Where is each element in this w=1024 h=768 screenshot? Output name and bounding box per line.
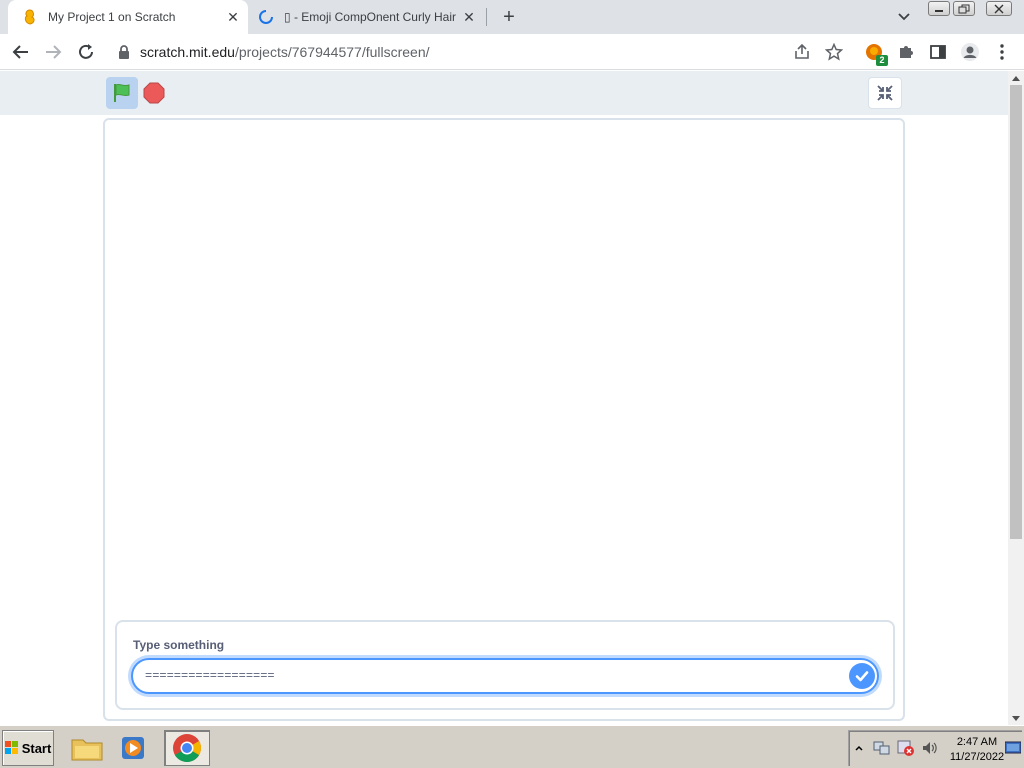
security-alert-icon[interactable] [897,740,915,761]
ask-prompt-box: Type something [115,620,895,710]
scroll-thumb[interactable] [1010,85,1022,539]
tab-title: My Project 1 on Scratch [48,10,176,24]
tab-separator [486,8,487,26]
green-flag-icon[interactable] [106,77,138,109]
clock-time: 2:47 AM [956,736,998,748]
tab-search-chevron-icon[interactable] [894,8,914,26]
browser-toolbar: scratch.mit.edu/projects/767944577/fulls… [0,34,1024,70]
extension-badge: 2 [876,55,888,66]
forward-arrow-icon[interactable] [41,40,65,64]
minimize-button[interactable] [928,1,950,16]
tab-close-icon[interactable]: ✕ [224,8,242,26]
url-path: /projects/767944577/fullscreen/ [234,44,430,60]
reload-icon[interactable] [74,40,98,64]
stage[interactable]: Type something [103,118,905,721]
lock-icon[interactable] [118,45,130,59]
ask-prompt-label: Type something [133,638,225,652]
scratch-favicon-icon [22,9,38,25]
chrome-taskbar-icon[interactable] [164,730,210,766]
tab-my-project[interactable]: My Project 1 on Scratch ✕ [8,0,248,34]
bookmark-star-icon[interactable] [822,40,846,64]
loading-spinner-icon [258,9,274,25]
extensions-puzzle-icon[interactable] [894,40,918,64]
close-window-button[interactable] [986,1,1012,16]
clock-date: 11/27/2022 [949,751,1005,763]
media-player-taskbar-icon[interactable] [110,730,156,766]
back-arrow-icon[interactable] [9,40,33,64]
player-controls-bar [0,71,1008,115]
tray-expand-chevron-icon[interactable] [855,741,863,759]
clock[interactable]: 2:47 AM 11/27/2022 [945,735,1009,765]
volume-icon[interactable] [921,740,939,761]
checkmark-icon [855,671,869,682]
chrome-menu-icon[interactable] [990,40,1014,64]
windows-taskbar: Start 2:47 AM 11/27/2022 [0,725,1024,768]
start-label: Start [21,740,52,756]
stop-sign-icon[interactable] [142,81,166,105]
ask-answer-input[interactable] [145,666,835,686]
new-tab-plus-icon[interactable]: + [498,6,520,28]
address-bar[interactable]: scratch.mit.edu/projects/767944577/fulls… [106,37,852,67]
restore-button[interactable] [953,1,975,16]
tab-title: ▯ - Emoji CompOnent Curly Hair [284,10,456,24]
ask-submit-button[interactable] [849,663,875,689]
tab-emoji-component[interactable]: ▯ - Emoji CompOnent Curly Hair ✕ [252,0,484,34]
windows-logo-icon [4,741,18,754]
page-scrollbar[interactable] [1008,71,1024,725]
tab-strip: My Project 1 on Scratch ✕ ▯ - Emoji Comp… [0,0,1024,34]
file-explorer-taskbar-icon[interactable] [64,730,110,766]
exit-fullscreen-button[interactable] [868,77,902,109]
side-panel-icon[interactable] [926,40,950,64]
tab-close-icon[interactable]: ✕ [460,8,478,26]
scroll-down-arrow-icon[interactable] [1008,711,1024,725]
ask-input-wrapper [131,658,879,694]
scratch-player-page: Type something [0,71,1008,725]
system-tray: 2:47 AM 11/27/2022 [848,730,1022,766]
url-host: scratch.mit.edu [140,44,235,60]
scroll-up-arrow-icon[interactable] [1008,71,1024,85]
profile-avatar-icon[interactable] [958,40,982,64]
start-button[interactable]: Start [2,730,54,766]
share-icon[interactable] [790,40,814,64]
exit-fullscreen-icon [877,85,893,101]
show-desktop-icon[interactable] [1004,741,1022,760]
network-icon[interactable] [873,740,891,761]
